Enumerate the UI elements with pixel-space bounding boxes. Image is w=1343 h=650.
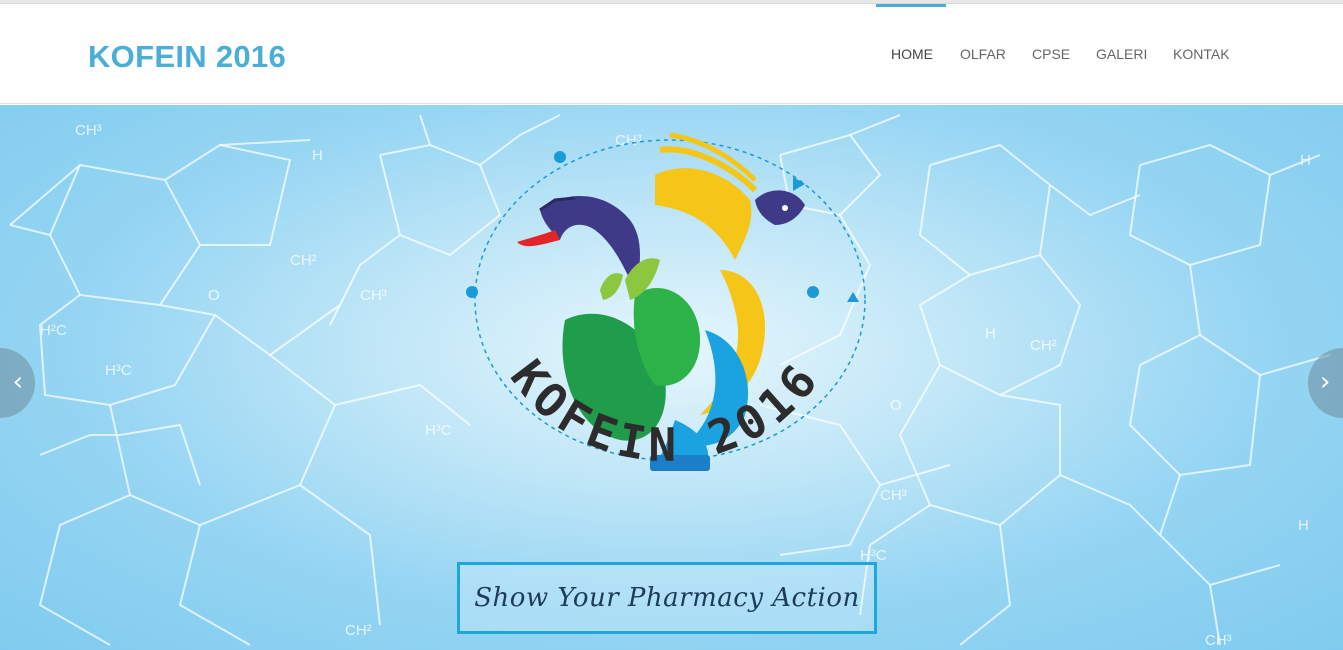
svg-text:H: H xyxy=(1298,517,1309,534)
nav-item-kontak[interactable]: KONTAK xyxy=(1173,46,1230,62)
svg-text:H: H xyxy=(985,325,996,342)
site-brand[interactable]: KOFEIN 2016 xyxy=(88,39,286,75)
svg-text:CH²: CH² xyxy=(345,622,372,639)
hero-slider: CH³ CH² H H³C H²C O CH³ H³C CH³ CH³ H³C … xyxy=(0,105,1343,650)
nav-item-home[interactable]: HOME xyxy=(891,46,933,62)
svg-text:H²C: H²C xyxy=(40,322,67,339)
svg-text:H³C: H³C xyxy=(425,422,452,439)
nav-item-cpse[interactable]: CPSE xyxy=(1032,46,1070,62)
svg-text:H: H xyxy=(1300,152,1311,169)
nav-item-galeri[interactable]: GALERI xyxy=(1096,46,1147,62)
nav-item-olfar[interactable]: OLFAR xyxy=(960,46,1006,62)
svg-text:CH³: CH³ xyxy=(1205,632,1232,649)
chevron-right-icon: › xyxy=(1320,367,1331,397)
kofein-logo: KOFEIN 2016 xyxy=(466,132,866,472)
svg-text:H³C: H³C xyxy=(105,362,132,379)
active-nav-indicator xyxy=(876,4,946,7)
svg-text:O: O xyxy=(208,287,220,304)
svg-text:H: H xyxy=(312,147,323,164)
site-header: KOFEIN 2016 HOME OLFAR CPSE GALERI KONTA… xyxy=(0,4,1343,104)
svg-text:CH²: CH² xyxy=(290,252,317,269)
hero-tagline: Show Your Pharmacy Action xyxy=(474,583,860,613)
chevron-left-icon: ‹ xyxy=(12,367,23,397)
svg-text:CH²: CH² xyxy=(1030,337,1057,354)
svg-text:CH³: CH³ xyxy=(360,287,387,304)
svg-text:CH³: CH³ xyxy=(75,122,102,139)
tagline-box: Show Your Pharmacy Action xyxy=(457,562,877,634)
